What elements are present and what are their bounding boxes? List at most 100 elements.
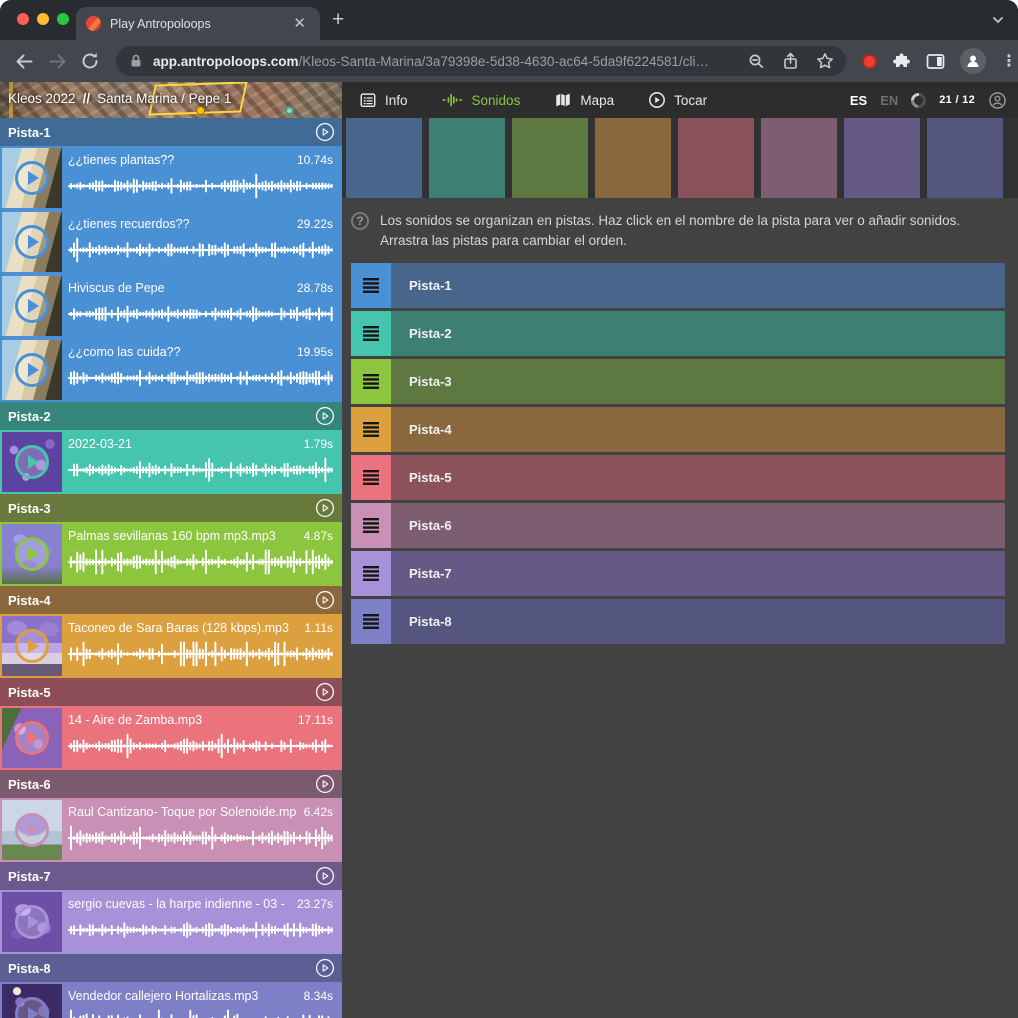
track-name[interactable]: Pista-8 (8, 961, 51, 976)
track-section-header[interactable]: Pista-2 (0, 402, 342, 430)
profile-avatar-icon[interactable] (960, 48, 986, 74)
back-button-icon[interactable] (14, 51, 35, 72)
clip-play-overlay-icon[interactable] (15, 445, 49, 479)
track-section-header[interactable]: Pista-7 (0, 862, 342, 890)
audio-clip[interactable]: ¿¿tienes plantas??10.74s (0, 146, 342, 210)
track-section-header[interactable]: Pista-8 (0, 954, 342, 982)
track-row-label[interactable]: Pista-2 (391, 311, 1005, 356)
track-play-button[interactable] (315, 122, 335, 142)
nav-tab-sonidos[interactable]: Sonidos (442, 91, 521, 109)
audio-clip[interactable]: 14 - Aire de Zamba.mp317.11s (0, 706, 342, 770)
track-section-header[interactable]: Pista-4 (0, 586, 342, 614)
breadcrumb-project[interactable]: Kleos 2022 (8, 91, 76, 106)
clip-play-overlay-icon[interactable] (15, 353, 49, 387)
track-name[interactable]: Pista-3 (8, 501, 51, 516)
track-row-label[interactable]: Pista-5 (391, 455, 1005, 500)
audio-clip[interactable]: sergio cuevas - la harpe indienne - 03 -… (0, 890, 342, 954)
track-row-label[interactable]: Pista-7 (391, 551, 1005, 596)
track-row[interactable]: Pista-8 (351, 599, 1005, 644)
track-name[interactable]: Pista-4 (8, 593, 51, 608)
drag-handle-icon[interactable] (351, 263, 391, 308)
reload-button-icon[interactable] (80, 51, 100, 71)
audio-clip[interactable]: Vendedor callejero Hortalizas.mp38.34s (0, 982, 342, 1018)
forward-button-icon[interactable] (47, 51, 68, 72)
audio-clip[interactable]: Taconeo de Sara Baras (128 kbps).mp31.11… (0, 614, 342, 678)
browser-tab[interactable]: Play Antropoloops ✕ (76, 7, 320, 40)
track-name[interactable]: Pista-1 (8, 125, 51, 140)
window-close-button[interactable] (17, 13, 29, 25)
drag-handle-icon[interactable] (351, 359, 391, 404)
track-row-label[interactable]: Pista-6 (391, 503, 1005, 548)
clip-play-overlay-icon[interactable] (15, 905, 49, 939)
language-es-button[interactable]: ES (850, 93, 867, 108)
account-icon[interactable] (988, 91, 1007, 110)
track-play-button[interactable] (315, 866, 335, 886)
tab-search-chevron-icon[interactable] (991, 13, 1005, 27)
track-play-button[interactable] (315, 958, 335, 978)
breadcrumb[interactable]: Kleos 2022//Santa Marina / Pepe 1 (0, 82, 342, 118)
audio-clip[interactable]: Palmas sevillanas 160 bpm mp3.mp34.87s (0, 522, 342, 586)
audio-clip[interactable]: 2022-03-211.79s (0, 430, 342, 494)
track-section-header[interactable]: Pista-5 (0, 678, 342, 706)
drag-handle-icon[interactable] (351, 455, 391, 500)
track-play-button[interactable] (315, 590, 335, 610)
track-row[interactable]: Pista-6 (351, 503, 1005, 548)
track-section-header[interactable]: Pista-6 (0, 770, 342, 798)
nav-tab-mapa[interactable]: Mapa (554, 91, 614, 109)
track-row[interactable]: Pista-7 (351, 551, 1005, 596)
track-section-header[interactable]: Pista-1 (0, 118, 342, 146)
nav-tab-info[interactable]: Info (359, 91, 408, 109)
audio-clip[interactable]: Hiviscus de Pepe28.78s (0, 274, 342, 338)
track-row-label[interactable]: Pista-1 (391, 263, 1005, 308)
drag-handle-icon[interactable] (351, 599, 391, 644)
track-name[interactable]: Pista-7 (8, 869, 51, 884)
track-row-label[interactable]: Pista-4 (391, 407, 1005, 452)
window-zoom-button[interactable] (57, 13, 69, 25)
drag-handle-icon[interactable] (351, 503, 391, 548)
bookmark-star-icon[interactable] (816, 52, 834, 70)
track-play-button[interactable] (315, 406, 335, 426)
clip-play-overlay-icon[interactable] (15, 813, 49, 847)
track-row[interactable]: Pista-4 (351, 407, 1005, 452)
language-en-button[interactable]: EN (880, 93, 898, 108)
clip-waveform (68, 237, 333, 263)
clip-play-overlay-icon[interactable] (15, 629, 49, 663)
drag-handle-icon[interactable] (351, 551, 391, 596)
clip-play-overlay-icon[interactable] (15, 289, 49, 323)
track-row-label[interactable]: Pista-3 (391, 359, 1005, 404)
audio-clip[interactable]: ¿¿como las cuida??19.95s (0, 338, 342, 402)
track-row[interactable]: Pista-2 (351, 311, 1005, 356)
side-panel-icon[interactable] (926, 53, 945, 70)
track-row-label[interactable]: Pista-8 (391, 599, 1005, 644)
clip-play-overlay-icon[interactable] (15, 161, 49, 195)
clip-play-overlay-icon[interactable] (15, 537, 49, 571)
track-row[interactable]: Pista-5 (351, 455, 1005, 500)
clip-play-overlay-icon[interactable] (15, 225, 49, 259)
track-play-button[interactable] (315, 498, 335, 518)
track-play-button[interactable] (315, 774, 335, 794)
audio-clip[interactable]: Raul Cantizano- Toque por Solenoide.mp36… (0, 798, 342, 862)
window-minimize-button[interactable] (37, 13, 49, 25)
browser-menu-icon[interactable]: ⋮ (1001, 51, 1017, 71)
clip-play-overlay-icon[interactable] (15, 721, 49, 755)
url-bar[interactable]: app.antropoloops.com/Kleos-Santa-Marina/… (116, 46, 846, 76)
extensions-puzzle-icon[interactable] (892, 52, 911, 71)
tab-close-icon[interactable]: ✕ (289, 14, 310, 33)
track-name[interactable]: Pista-2 (8, 409, 51, 424)
track-play-button[interactable] (315, 682, 335, 702)
track-row[interactable]: Pista-3 (351, 359, 1005, 404)
clip-play-overlay-icon[interactable] (15, 997, 49, 1018)
share-icon[interactable] (782, 52, 799, 70)
audio-clip[interactable]: ¿¿tienes recuerdos??29.22s (0, 210, 342, 274)
drag-handle-icon[interactable] (351, 407, 391, 452)
track-section-header[interactable]: Pista-3 (0, 494, 342, 522)
record-indicator-icon[interactable] (862, 54, 877, 69)
drag-handle-icon[interactable] (351, 311, 391, 356)
zoom-out-icon[interactable] (748, 53, 765, 70)
track-name[interactable]: Pista-5 (8, 685, 51, 700)
track-color-swatch (346, 118, 422, 198)
new-tab-button[interactable]: + (332, 8, 344, 32)
track-name[interactable]: Pista-6 (8, 777, 51, 792)
track-row[interactable]: Pista-1 (351, 263, 1005, 308)
nav-tab-tocar[interactable]: Tocar (648, 91, 707, 109)
